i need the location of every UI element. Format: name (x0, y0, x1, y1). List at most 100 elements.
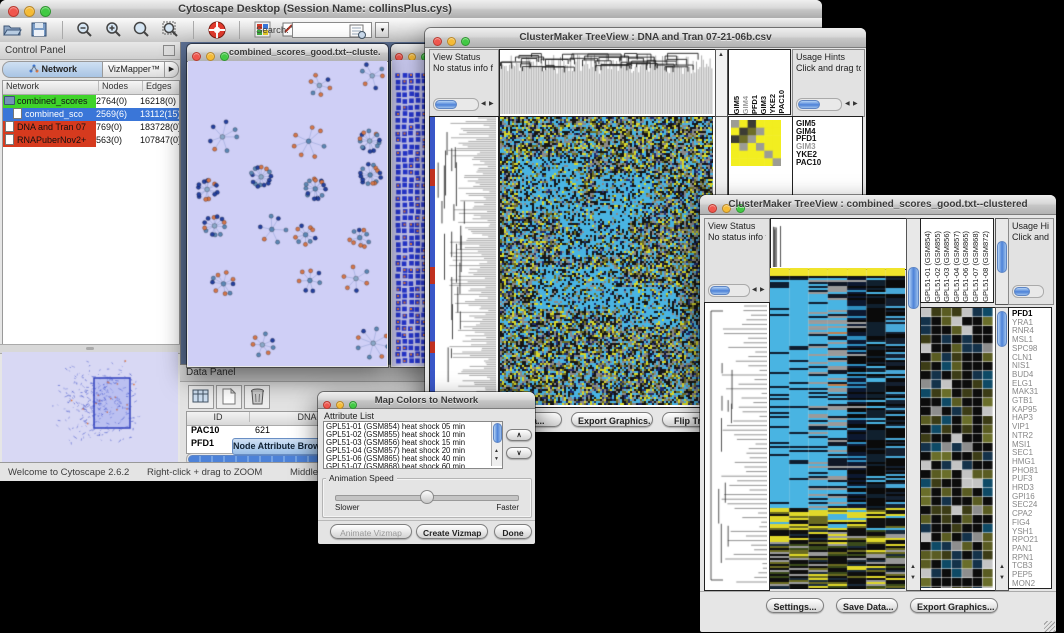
scroll-right-icon[interactable]: ▶ (760, 287, 765, 293)
status-hscrollbar[interactable] (708, 284, 750, 297)
row-dendrogram-canvas[interactable] (705, 303, 767, 588)
column-dendrogram-canvas[interactable] (500, 50, 713, 114)
tab-overflow-arrow[interactable]: ▶ (164, 61, 179, 78)
network-list-item-selected[interactable]: combined_sco 2569(6)13112(15) (3, 108, 179, 121)
scroll-left-icon[interactable]: ◀ (845, 101, 850, 107)
view-status-title: View Status (433, 52, 480, 62)
scroll-left-icon[interactable]: ◀ (752, 287, 757, 293)
column-label[interactable]: GPL51-02 (GSM855) (933, 231, 943, 302)
labels-vscrollbar[interactable] (995, 218, 1009, 305)
attribute-item[interactable]: GPL51-01 (GSM854) heat shock 05 min (326, 423, 502, 431)
heatmap-vscrollbar[interactable]: ▲▼ (906, 218, 921, 591)
network-list-item[interactable]: DNA and Tran 07 769(0)183728(0) (3, 121, 179, 134)
birdseye-view[interactable] (2, 352, 178, 462)
document-icon (5, 134, 14, 145)
network1-titlebar[interactable]: combined_scores_good.txt--cluste... (187, 44, 388, 62)
hints-hscrollbar[interactable] (796, 98, 842, 111)
column-label[interactable]: GIM3 (759, 96, 768, 114)
treeview1-titlebar[interactable]: ClusterMaker TreeView : DNA and Tran 07-… (425, 28, 866, 48)
column-label[interactable]: YKE2 (768, 94, 777, 114)
column-label[interactable]: GPL51-08 (GSM872) (981, 231, 991, 302)
view-status-text: No status info f (433, 63, 495, 73)
zoom-heatmap-canvas[interactable] (921, 308, 993, 588)
list-vscrollbar[interactable]: ▲ ▼ (491, 422, 502, 466)
float-panel-icon[interactable] (163, 45, 175, 56)
attribute-select-button[interactable] (188, 385, 214, 409)
create-vizmap-button[interactable]: Create Vizmap (416, 524, 488, 539)
treeview1-title: ClusterMaker TreeView : DNA and Tran 07-… (425, 32, 866, 43)
column-label[interactable]: GPL51-04 (GSM857) (952, 231, 962, 302)
export-graphics-button[interactable]: Export Graphics... (571, 412, 653, 427)
scroll-left-icon[interactable]: ◀ (481, 101, 486, 107)
genes-vscrollbar[interactable]: ▲▼ (995, 307, 1009, 591)
close-button[interactable] (192, 52, 201, 61)
attribute-item[interactable]: GPL51-02 (GSM855) heat shock 10 min (326, 431, 502, 439)
similarity-matrix-canvas[interactable] (731, 120, 781, 166)
scroll-right-icon[interactable]: ▶ (853, 101, 858, 107)
move-down-button[interactable]: ∨ (506, 447, 532, 459)
column-label[interactable]: GPL51-07 (GSM868) (971, 231, 981, 302)
new-attribute-button[interactable] (216, 385, 242, 409)
network1-title: combined_scores_good.txt--cluste... (229, 47, 381, 57)
export-graphics-button[interactable]: Export Graphics... (910, 598, 998, 613)
node-attribute-browser-tab[interactable]: Node Attribute Brows (232, 438, 326, 455)
gene-label[interactable]: MON2 (1012, 580, 1051, 589)
animate-vizmap-button[interactable]: Animate Vizmap (330, 524, 412, 539)
data-panel-title: Data Panel (186, 367, 235, 378)
column-dendrogram-canvas[interactable] (771, 219, 904, 267)
tab-network[interactable]: Network (2, 61, 104, 78)
search-box: ▾ (292, 22, 389, 40)
dialog-title: Map Colors to Network (318, 395, 535, 406)
row-dendrogram-box (704, 302, 770, 591)
resize-grip[interactable] (1044, 621, 1055, 632)
hints-hscrollbar[interactable] (1012, 285, 1044, 298)
tab-vizmapper[interactable]: VizMapper™ (102, 61, 166, 78)
faster-label: Faster (496, 503, 519, 512)
attribute-item[interactable]: GPL51-04 (GSM857) heat shock 20 min (326, 447, 502, 455)
thin-scrollbar[interactable]: ▲ (715, 49, 728, 117)
usage-hints-text: Click and (1012, 232, 1052, 242)
id-column-header[interactable]: ID (187, 412, 249, 422)
column-label[interactable]: GPL51-06 (GSM865) (961, 231, 971, 302)
attribute-list: GPL51-01 (GSM854) heat shock 05 minGPL51… (323, 421, 503, 469)
save-data-button[interactable]: Save Data... (836, 598, 898, 613)
done-button[interactable]: Done (494, 524, 532, 539)
attribute-item[interactable]: GPL51-03 (GSM856) heat shock 15 min (326, 439, 502, 447)
minimize-button[interactable] (206, 52, 215, 61)
attribute-item[interactable]: GPL51-06 (GSM865) heat shock 40 min (326, 455, 502, 463)
status-hscrollbar[interactable] (433, 98, 479, 111)
scroll-right-icon[interactable]: ▶ (489, 101, 494, 107)
row-dendrogram-canvas[interactable] (435, 117, 496, 405)
attribute-item[interactable]: GPL51-07 (GSM868) heat shock 60 min (326, 463, 502, 469)
settings-button[interactable]: Settings... (766, 598, 824, 613)
column-label[interactable]: PAC10 (777, 90, 786, 114)
main-titlebar[interactable]: Cytoscape Desktop (Session Name: collins… (0, 0, 822, 19)
column-label[interactable]: GIM4 (741, 96, 750, 114)
column-label[interactable]: GPL51-03 (GSM856) (942, 231, 952, 302)
delete-attribute-icon[interactable] (244, 385, 270, 409)
speed-slider-thumb[interactable] (420, 490, 434, 504)
column-label[interactable]: GIM5 (732, 96, 741, 114)
save-session-button[interactable] (30, 20, 49, 44)
move-up-button[interactable]: ∧ (506, 429, 532, 441)
treeview2-titlebar[interactable]: ClusterMaker TreeView : combined_scores_… (700, 195, 1056, 215)
control-panel: Control Panel Network VizMapper™ ▶ Netwo… (0, 42, 181, 462)
row-label[interactable]: PAC10 (796, 159, 862, 167)
column-label[interactable]: GPL51-01 (GSM854) (923, 231, 933, 302)
dialog-titlebar[interactable]: Map Colors to Network (318, 392, 535, 409)
col-network[interactable]: Network (6, 81, 39, 91)
search-dropdown-button[interactable]: ▾ (375, 22, 389, 38)
treeview2-title: ClusterMaker TreeView : combined_scores_… (700, 199, 1056, 210)
col-edges[interactable]: Edges (142, 81, 172, 91)
column-label[interactable]: PFD1 (750, 95, 759, 114)
network-list-item[interactable]: combined_scores 2764(0)16218(0) (3, 95, 179, 108)
treeview2-buttons: Settings... Save Data... Export Graphics… (700, 591, 1056, 633)
heatmap-canvas[interactable] (770, 268, 905, 589)
heatmap-canvas[interactable] (500, 117, 713, 405)
open-session-button[interactable] (2, 20, 22, 44)
zoom-button[interactable] (220, 52, 229, 61)
col-nodes[interactable]: Nodes (98, 81, 128, 91)
network-list-item[interactable]: RNAPuberNov2+ 563(0)107847(0) (3, 134, 179, 147)
network-canvas[interactable] (188, 61, 387, 366)
usage-hints-panel: Usage Hints Click and drag tc ◀ ▶ (792, 49, 865, 117)
